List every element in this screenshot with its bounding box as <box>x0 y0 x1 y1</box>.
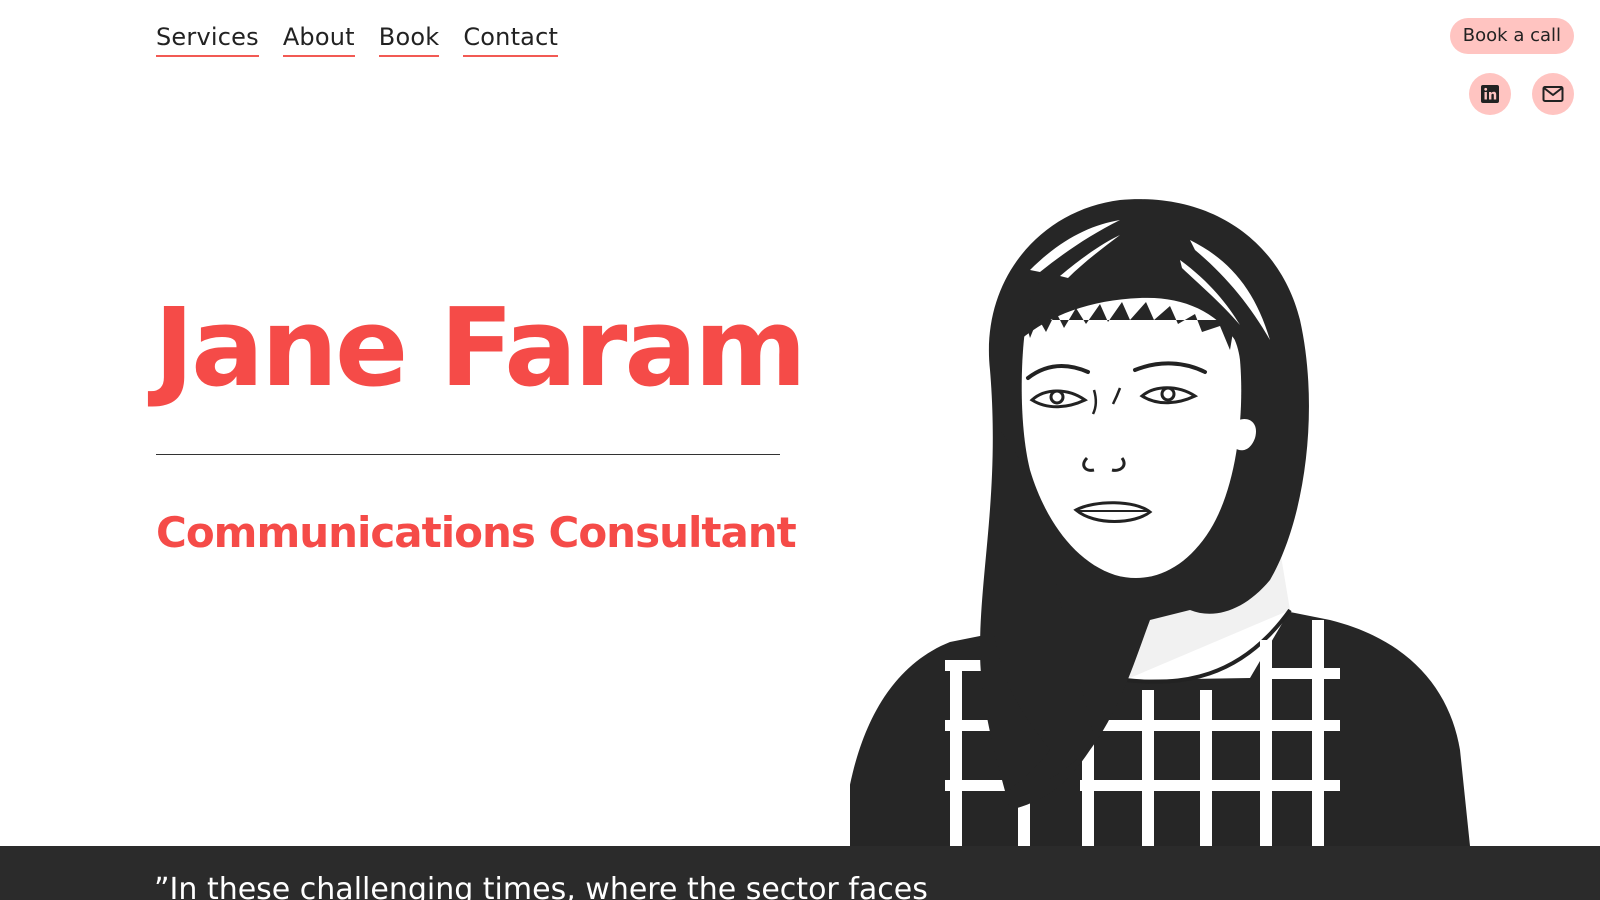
email-button[interactable] <box>1532 73 1574 115</box>
testimonial-quote: ”In these challenging times, where the s… <box>154 872 928 900</box>
nav-link-services[interactable]: Services <box>156 22 259 57</box>
hero-role: Communications Consultant <box>156 508 797 557</box>
nav-link-book[interactable]: Book <box>378 22 440 57</box>
book-a-call-button[interactable]: Book a call <box>1449 18 1574 54</box>
hero-divider <box>156 454 780 455</box>
nav-link-about[interactable]: About <box>282 22 355 57</box>
linkedin-icon <box>1481 85 1499 103</box>
nav-link-contact[interactable]: Contact <box>463 22 559 57</box>
page: Services About Book Contact Book a call … <box>0 0 1600 900</box>
linkedin-button[interactable] <box>1469 73 1511 115</box>
hero-name: Jane Faram <box>154 286 807 411</box>
portrait-illustration <box>850 199 1470 846</box>
mail-icon <box>1542 86 1564 102</box>
main-nav: Services About Book Contact <box>156 22 559 57</box>
social-links <box>1469 73 1574 115</box>
quote-section: ”In these challenging times, where the s… <box>0 846 1600 900</box>
